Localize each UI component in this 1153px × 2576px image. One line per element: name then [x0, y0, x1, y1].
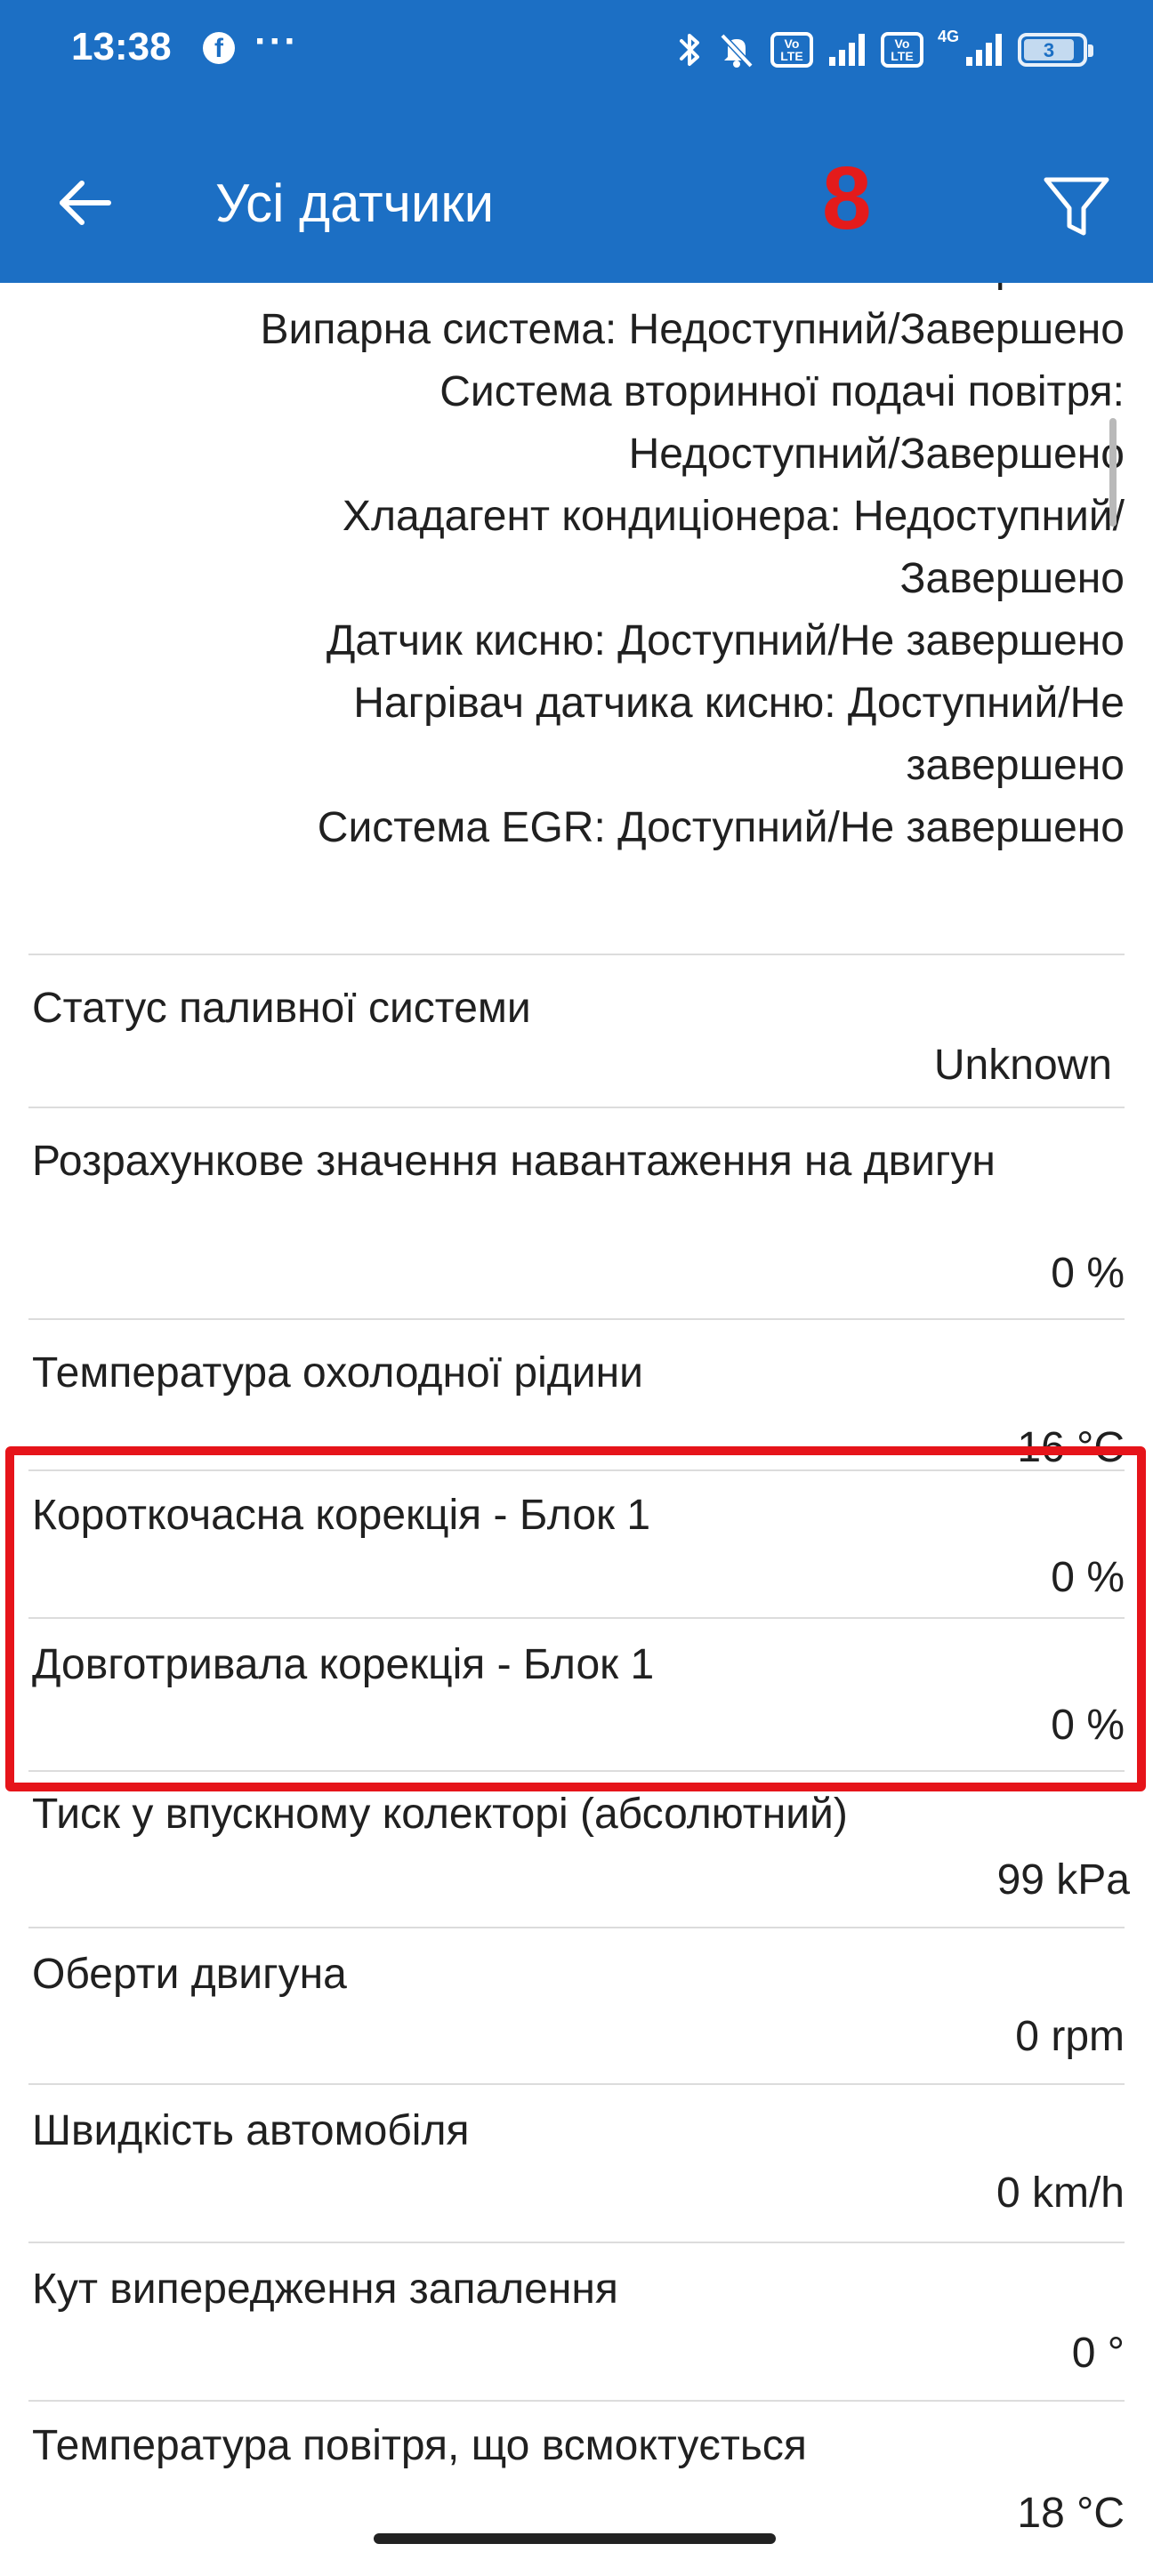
- battery-level: 3: [1024, 39, 1074, 61]
- sensor-list: Статус паливної системи Unknown Розрахун…: [28, 954, 1130, 2576]
- sensor-label: Довготривала корекція - Блок 1: [32, 1641, 655, 1688]
- sensor-scroll-view[interactable]: Завершено Випарна система: Недоступний/З…: [0, 0, 1153, 2562]
- sensor-value: 16 °C: [1017, 1424, 1125, 1469]
- sensor-label: Температура повітря, що всмоктується: [32, 2422, 807, 2469]
- sensor-row-engine-load[interactable]: Розрахункове значення навантаження на дв…: [28, 1108, 1125, 1318]
- page-number-annotation: 8: [822, 149, 872, 248]
- sensor-value: 99 kPa: [996, 1856, 1130, 1904]
- sensor-label: Температура охолодної рідини: [32, 1349, 643, 1397]
- sensor-label: Оберти двигуна: [32, 1951, 347, 1998]
- readiness-line: Нагрівач датчика кисню: Доступний/Не: [353, 680, 1125, 727]
- sensor-row-engine-rpm[interactable]: Оберти двигуна 0 rpm: [28, 1928, 1125, 2083]
- gesture-nav-bar[interactable]: [374, 2533, 776, 2544]
- readiness-line: Завершено: [899, 555, 1125, 602]
- sensor-value: Unknown: [933, 1042, 1112, 1089]
- facebook-icon: f: [203, 32, 235, 64]
- bluetooth-icon: [678, 30, 703, 69]
- sensor-label: Статус паливної системи: [32, 985, 531, 1032]
- sensor-label: Швидкість автомобіля: [32, 2107, 470, 2154]
- sensor-row-fuel-system-status[interactable]: Статус паливної системи Unknown: [28, 955, 1125, 1107]
- back-arrow-icon[interactable]: [50, 167, 121, 238]
- status-bar: 13:38 f ··· Vo LTE Vo LTE 4G 3: [0, 0, 1153, 98]
- toolbar: Усі датчики 8: [0, 133, 1153, 267]
- sensor-value: 0 %: [1051, 1702, 1125, 1749]
- sensor-value: 0 rpm: [1015, 2013, 1125, 2060]
- app-header: 13:38 f ··· Vo LTE Vo LTE 4G 3 Усі датчи…: [0, 0, 1153, 283]
- sensor-row-short-term-fuel-trim-bank-1[interactable]: Короткочасна корекція - Блок 1 0 %: [28, 1471, 1125, 1617]
- sensor-row-coolant-temperature[interactable]: Температура охолодної рідини 16 °C: [28, 1320, 1125, 1469]
- battery-icon: 3: [1018, 33, 1093, 67]
- sensor-row-long-term-fuel-trim-bank-1[interactable]: Довготривала корекція - Блок 1 0 %: [28, 1619, 1125, 1770]
- status-time: 13:38: [71, 25, 172, 68]
- sensor-label: Тиск у впускному колекторі (абсолютний): [32, 1791, 848, 1838]
- sensor-row-timing-advance[interactable]: Кут випередження запалення 0 °: [28, 2243, 1125, 2400]
- readiness-line: Хладагент кондиціонера: Недоступний/: [342, 493, 1125, 540]
- network-type: 4G: [937, 28, 959, 45]
- sensor-label: Кут випередження запалення: [32, 2266, 618, 2313]
- signal-icon: [827, 32, 867, 68]
- muted-bell-icon: [717, 30, 756, 69]
- sensor-value: 0 %: [1051, 1554, 1125, 1601]
- filter-icon[interactable]: [1039, 169, 1114, 244]
- sensor-row-vehicle-speed[interactable]: Швидкість автомобіля 0 km/h: [28, 2085, 1125, 2242]
- sensor-label: Короткочасна корекція - Блок 1: [32, 1492, 651, 1539]
- readiness-line: Випарна система: Недоступний/Завершено: [260, 306, 1125, 353]
- readiness-line: Датчик кисню: Доступний/Не завершено: [326, 617, 1125, 664]
- readiness-line: Система EGR: Доступний/Не завершено: [317, 804, 1125, 851]
- sensor-row-intake-manifold-pressure[interactable]: Тиск у впускному колекторі (абсолютний) …: [28, 1772, 1130, 1927]
- sensor-label: Розрахункове значення навантаження на дв…: [32, 1138, 996, 1185]
- monitor-readiness-block: Завершено Випарна система: Недоступний/З…: [21, 237, 1125, 859]
- sensor-value: 0 °: [1071, 2330, 1125, 2377]
- sensor-value: 0 %: [1051, 1250, 1125, 1297]
- page-title: Усі датчики: [215, 173, 495, 233]
- volte-icon: Vo LTE: [770, 32, 813, 68]
- more-notifications-icon: ···: [254, 20, 299, 63]
- readiness-line: Недоступний/Завершено: [628, 431, 1125, 478]
- sensor-row-intake-air-temperature[interactable]: Температура повітря, що всмоктується 18 …: [28, 2402, 1125, 2576]
- readiness-line: Система вторинної подачі повітря:: [439, 368, 1125, 415]
- sensor-value: 0 km/h: [996, 2169, 1125, 2217]
- status-icons: Vo LTE Vo LTE 4G 3: [678, 27, 1093, 73]
- scrollbar-thumb[interactable]: [1109, 418, 1117, 527]
- signal-icon: [964, 32, 1004, 68]
- volte-icon: Vo LTE: [880, 32, 923, 68]
- readiness-line: завершено: [906, 742, 1125, 789]
- sensor-value: 18 °C: [1017, 2490, 1125, 2537]
